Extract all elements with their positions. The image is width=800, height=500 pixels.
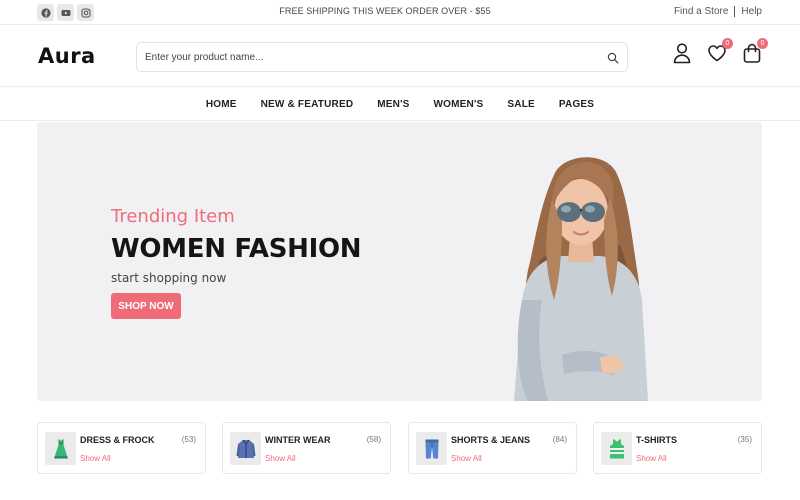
category-thumb (416, 432, 447, 465)
category-list: DRESS & FROCK (53) Show All WINTER WEAR … (37, 422, 762, 474)
category-count: (35) (737, 435, 752, 444)
show-all-link[interactable]: Show All (80, 454, 111, 463)
category-name: SHORTS & JEANS (451, 435, 531, 445)
hero-title: WOMEN FASHION (111, 234, 362, 264)
category-thumb (601, 432, 632, 465)
hero-model-image (514, 157, 648, 401)
hero-banner: Trending Item WOMEN FASHION start shoppi… (37, 122, 762, 401)
search-box (136, 42, 628, 72)
hero-text: start shopping now (111, 271, 227, 285)
link-separator (734, 6, 736, 17)
category-card-winter-wear[interactable]: WINTER WEAR (58) Show All (222, 422, 391, 474)
category-count: (84) (552, 435, 567, 444)
category-card-dress-frock[interactable]: DRESS & FROCK (53) Show All (37, 422, 206, 474)
topbar-links: Find a Store Help (674, 6, 762, 17)
show-all-link[interactable]: Show All (636, 454, 667, 463)
dress-icon (53, 439, 68, 458)
hero-subtitle: Trending Item (111, 206, 235, 227)
nav-item-pages[interactable]: PAGES (547, 99, 606, 110)
category-card-shorts-jeans[interactable]: SHORTS & JEANS (84) Show All (408, 422, 577, 474)
shipping-notice: FREE SHIPPING THIS WEEK ORDER OVER - $55 (279, 6, 491, 16)
logo[interactable]: Aura (38, 44, 96, 68)
category-count: (58) (366, 435, 381, 444)
category-name: DRESS & FROCK (80, 435, 155, 445)
top-bar: FREE SHIPPING THIS WEEK ORDER OVER - $55… (0, 0, 800, 25)
tank-top-icon (609, 439, 624, 458)
cart-bag-icon[interactable]: 0 (742, 38, 768, 64)
category-card-t-shirts[interactable]: T-SHIRTS (35) Show All (593, 422, 762, 474)
user-icon[interactable] (672, 42, 692, 64)
header-actions: 0 0 (672, 38, 768, 64)
nav-item-new-featured[interactable]: NEW & FEATURED (249, 99, 366, 110)
nav-item-mens[interactable]: MEN'S (365, 99, 421, 110)
cart-count-badge: 0 (757, 38, 768, 49)
nav-item-womens[interactable]: WOMEN'S (422, 99, 496, 110)
help-link[interactable]: Help (741, 6, 762, 17)
category-thumb (45, 432, 76, 465)
wishlist-heart-icon[interactable]: 0 (707, 38, 733, 64)
nav-item-home[interactable]: HOME (194, 99, 249, 110)
category-name: T-SHIRTS (636, 435, 678, 445)
category-name: WINTER WEAR (265, 435, 331, 445)
nav-item-sale[interactable]: SALE (495, 99, 546, 110)
show-all-link[interactable]: Show All (265, 454, 296, 463)
find-store-link[interactable]: Find a Store (674, 6, 728, 17)
main-navigation: HOME NEW & FEATURED MEN'S WOMEN'S SALE P… (0, 88, 800, 121)
jacket-icon (236, 439, 255, 458)
jeans-icon (425, 439, 438, 458)
search-icon[interactable] (607, 51, 619, 64)
wishlist-count-badge: 0 (722, 38, 733, 49)
search-input[interactable] (145, 43, 595, 71)
show-all-link[interactable]: Show All (451, 454, 482, 463)
category-count: (53) (181, 435, 196, 444)
category-thumb (230, 432, 261, 465)
header: Aura 0 0 (0, 25, 800, 87)
shop-now-button[interactable]: SHOP NOW (111, 293, 181, 319)
